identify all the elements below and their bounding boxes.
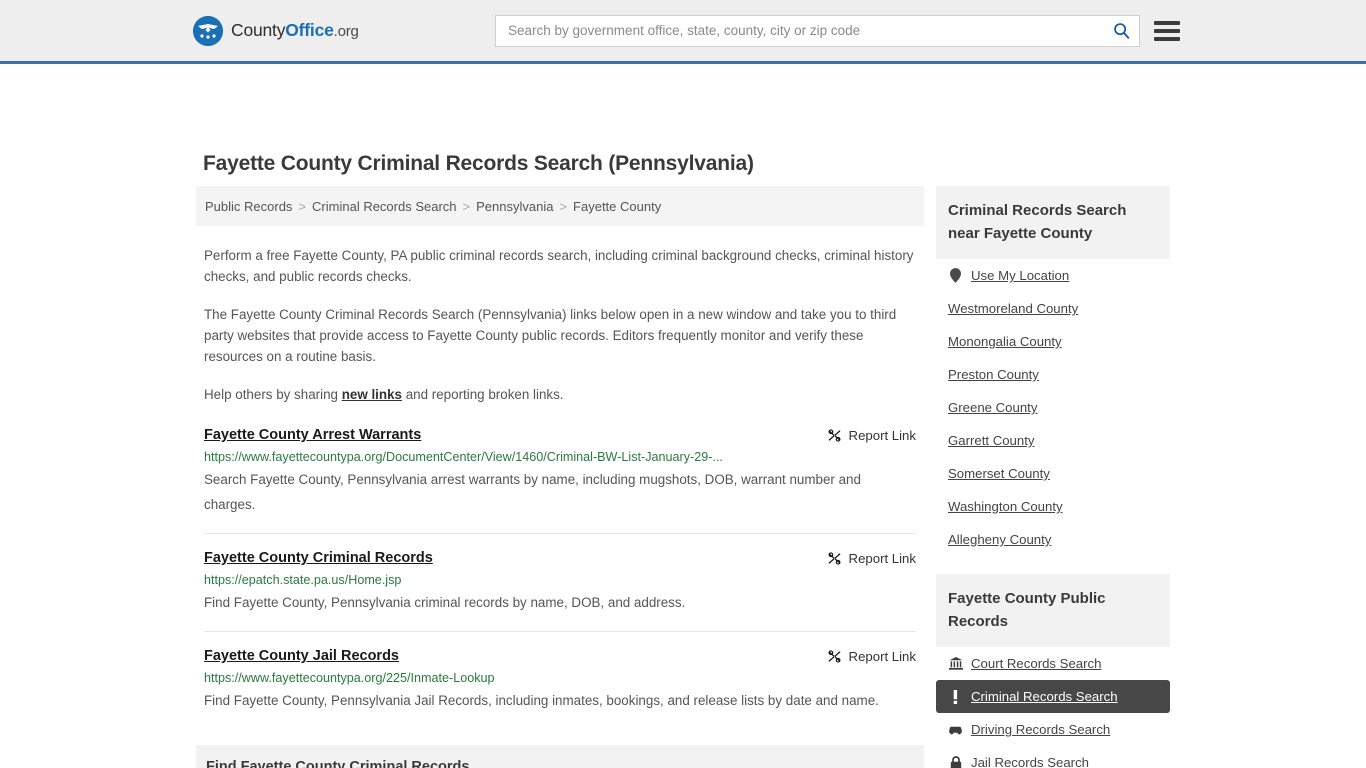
sidebar-item-criminal-records-search[interactable]: Criminal Records Search [936, 680, 1170, 713]
exclamation-icon [948, 689, 963, 704]
sidebar: Criminal Records Search near Fayette Cou… [936, 186, 1170, 768]
site-logo[interactable]: CountyOffice.org [193, 15, 359, 46]
sidebar-item-label: Court Records Search [971, 656, 1102, 671]
result-item: Fayette County Criminal Records Report L… [204, 550, 916, 632]
hamburger-bar [1154, 36, 1180, 41]
sidebar-item-somerset-county[interactable]: Somerset County [936, 457, 1170, 490]
logo-text-county: County [231, 20, 286, 40]
logo-text-suffix: .org [333, 23, 359, 40]
result-description: Search Fayette County, Pennsylvania arre… [204, 472, 861, 512]
result-description: Find Fayette County, Pennsylvania crimin… [204, 595, 686, 610]
result-title-link[interactable]: Fayette County Criminal Records [204, 550, 433, 566]
intro-p3-before: Help others by sharing [204, 387, 342, 402]
breadcrumb-separator: > [298, 198, 307, 214]
sidebar-item-preston-county[interactable]: Preston County [936, 358, 1170, 391]
main-column: Public Records > Criminal Records Search… [196, 186, 924, 768]
sidebar-item-label: Driving Records Search [971, 722, 1111, 737]
sidebar-item-use-my-location[interactable]: Use My Location [936, 259, 1170, 292]
search-button[interactable] [1103, 16, 1139, 46]
courthouse-icon [948, 657, 963, 670]
sidebar-public-records-block: Fayette County Public Records Court Reco… [936, 574, 1170, 768]
breadcrumb-separator: > [559, 198, 568, 214]
sidebar-item-label: Allegheny County [948, 532, 1052, 547]
sidebar-item-label: Garrett County [948, 433, 1035, 448]
result-item: Fayette County Arrest Warrants Report Li… [204, 427, 916, 534]
broken-chain-icon [828, 429, 841, 442]
intro-p3-after: and reporting broken links. [401, 387, 564, 402]
report-link-label: Report Link [848, 428, 916, 443]
breadcrumb-item-pennsylvania[interactable]: Pennsylvania [476, 199, 553, 214]
map-pin-icon [948, 268, 963, 283]
sidebar-public-records-heading: Fayette County Public Records [936, 574, 1170, 647]
sidebar-item-driving-records-search[interactable]: Driving Records Search [936, 713, 1170, 746]
sidebar-public-records-list: Court Records Search Criminal Records Se… [936, 647, 1170, 768]
intro-text: Perform a free Fayette County, PA public… [196, 245, 924, 405]
result-url[interactable]: https://www.fayettecountypa.org/225/Inma… [204, 671, 916, 685]
breadcrumb-item-public-records[interactable]: Public Records [205, 199, 292, 214]
hamburger-bar [1154, 20, 1180, 25]
sidebar-nearby-list: Use My Location Westmoreland County Mono… [936, 259, 1170, 556]
hamburger-bar [1154, 28, 1180, 33]
sidebar-item-greene-county[interactable]: Greene County [936, 391, 1170, 424]
sidebar-item-label: Criminal Records Search [971, 689, 1118, 704]
sidebar-item-westmoreland-county[interactable]: Westmoreland County [936, 292, 1170, 325]
sidebar-item-jail-records-search[interactable]: Jail Records Search [936, 746, 1170, 768]
sidebar-item-label: Somerset County [948, 466, 1050, 481]
intro-paragraph-2: The Fayette County Criminal Records Sear… [204, 307, 897, 364]
intro-paragraph-1: Perform a free Fayette County, PA public… [204, 248, 914, 284]
sidebar-item-label: Greene County [948, 400, 1038, 415]
sidebar-item-washington-county[interactable]: Washington County [936, 490, 1170, 523]
breadcrumb-item-fayette-county[interactable]: Fayette County [573, 199, 661, 214]
search-icon [1113, 23, 1129, 39]
report-link-button[interactable]: Report Link [827, 648, 916, 664]
report-link-label: Report Link [848, 551, 916, 566]
logo-text-office: Office [285, 20, 334, 40]
sidebar-item-label: Use My Location [971, 268, 1070, 283]
new-links-link[interactable]: new links [342, 387, 402, 402]
sidebar-item-label: Westmoreland County [948, 301, 1079, 316]
report-link-button[interactable]: Report Link [827, 427, 916, 443]
car-icon [948, 724, 963, 735]
find-records-heading: Find Fayette County Criminal Records [196, 745, 924, 768]
page-body: Fayette County Criminal Records Search (… [0, 64, 1366, 768]
sidebar-item-label: Monongalia County [948, 334, 1062, 349]
hamburger-menu-icon[interactable] [1154, 20, 1180, 41]
site-header: CountyOffice.org [0, 0, 1366, 64]
site-logo-text: CountyOffice.org [231, 20, 359, 41]
result-header: Fayette County Arrest Warrants Report Li… [204, 427, 916, 443]
lock-icon [948, 755, 963, 768]
sidebar-item-monongalia-county[interactable]: Monongalia County [936, 325, 1170, 358]
breadcrumb-separator: > [462, 198, 471, 214]
result-item: Fayette County Jail Records Report Link … [204, 648, 916, 729]
page-title: Fayette County Criminal Records Search (… [203, 152, 754, 175]
broken-chain-icon [828, 552, 841, 565]
sidebar-item-court-records-search[interactable]: Court Records Search [936, 647, 1170, 680]
sidebar-item-label: Preston County [948, 367, 1039, 382]
broken-chain-icon [828, 650, 841, 663]
sidebar-nearby-heading: Criminal Records Search near Fayette Cou… [936, 186, 1170, 259]
search-input[interactable] [496, 15, 1103, 46]
breadcrumb: Public Records > Criminal Records Search… [196, 186, 924, 226]
report-link-label: Report Link [848, 649, 916, 664]
result-url[interactable]: https://www.fayettecountypa.org/Document… [204, 450, 916, 464]
content-wrapper: Public Records > Criminal Records Search… [196, 186, 1170, 768]
sidebar-item-allegheny-county[interactable]: Allegheny County [936, 523, 1170, 556]
results-list: Fayette County Arrest Warrants Report Li… [196, 427, 924, 729]
result-title-link[interactable]: Fayette County Arrest Warrants [204, 427, 421, 443]
sidebar-item-garrett-county[interactable]: Garrett County [936, 424, 1170, 457]
result-header: Fayette County Jail Records Report Link [204, 648, 916, 664]
result-url[interactable]: https://epatch.state.pa.us/Home.jsp [204, 573, 916, 587]
sidebar-item-label: Washington County [948, 499, 1063, 514]
intro-paragraph-3: Help others by sharing new links and rep… [204, 384, 916, 405]
search-area [495, 14, 1180, 47]
sidebar-item-label: Jail Records Search [971, 755, 1090, 768]
report-link-button[interactable]: Report Link [827, 550, 916, 566]
result-title-link[interactable]: Fayette County Jail Records [204, 648, 399, 664]
search-box [495, 14, 1140, 47]
breadcrumb-item-criminal-records-search[interactable]: Criminal Records Search [312, 199, 457, 214]
eagle-shield-logo-icon [193, 15, 223, 46]
result-description: Find Fayette County, Pennsylvania Jail R… [204, 693, 879, 708]
result-header: Fayette County Criminal Records Report L… [204, 550, 916, 566]
